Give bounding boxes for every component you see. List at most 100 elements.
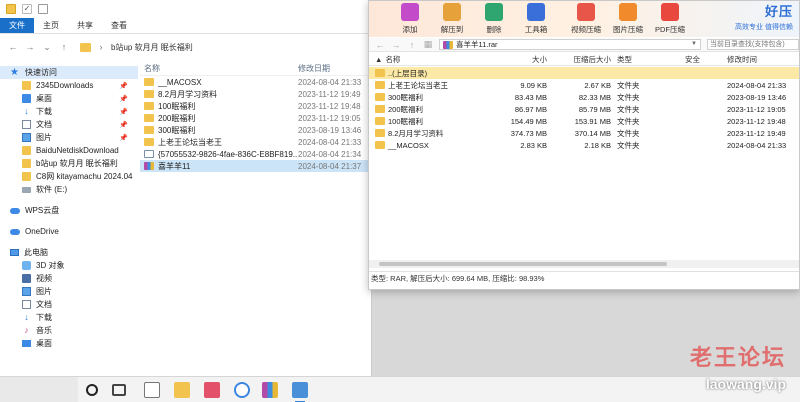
sidebar-item-label: 文档 <box>36 120 52 129</box>
image-compress-button[interactable]: 图片压缩 <box>607 1 649 37</box>
ribbon-tab-file[interactable]: 文件 <box>0 18 34 33</box>
address-input[interactable]: › b站up 软月月 眠长福利 <box>76 39 366 55</box>
new-folder-icon[interactable] <box>38 4 48 14</box>
share-app-icon[interactable] <box>234 382 250 398</box>
tool-label: 删除 <box>486 25 502 34</box>
row-modified: 2024-08-04 21:33 <box>727 80 787 90</box>
sidebar-item-music[interactable]: ♪ 音乐 <box>0 324 138 337</box>
forward-arrow-icon[interactable]: → <box>391 40 401 50</box>
sidebar-item-pc-desktop[interactable]: 桌面 <box>0 337 138 350</box>
desktop-icon <box>22 94 31 103</box>
sidebar-item-desktop[interactable]: 桌面 📌 <box>0 92 138 105</box>
sidebar-item-pc-pictures[interactable]: 图片 <box>0 285 138 298</box>
delete-icon <box>485 3 503 21</box>
explorer-icon[interactable] <box>174 382 190 398</box>
extract-to-button[interactable]: 解压到 <box>431 1 473 37</box>
ribbon-tab-home[interactable]: 主页 <box>34 18 68 33</box>
view-grid-icon[interactable]: ▦ <box>423 39 433 50</box>
sidebar-item-pc-downloads[interactable]: ↓ 下载 <box>0 311 138 324</box>
sidebar-item-pc-documents[interactable]: 文档 <box>0 298 138 311</box>
task-view-icon[interactable] <box>112 384 126 396</box>
delete-button[interactable]: 删除 <box>473 1 515 37</box>
horizontal-scrollbar[interactable] <box>369 260 799 268</box>
archive-row[interactable]: 8.2月月学习资料 374.73 MB 370.14 MB 文件夹 2023-1… <box>369 127 799 139</box>
sidebar-item-2345downloads[interactable]: 2345Downloads 📌 <box>0 79 138 92</box>
chevron-down-icon[interactable]: ⌄ <box>42 42 52 53</box>
file-row-selected[interactable]: 喜羊羊11 2024-08-04 21:37 <box>140 160 372 172</box>
column-header-size[interactable]: 大小 <box>502 54 549 65</box>
sidebar-item-bilibili-folder[interactable]: b站up 软月月 眠长福利 <box>0 157 138 170</box>
sidebar-item-baidunetdisk[interactable]: BaiduNetdiskDownload <box>0 144 138 157</box>
file-row[interactable]: 100眠福利 2023-11-12 19:48 <box>140 100 372 112</box>
brand-slogan: 高效专业 值得信赖 <box>735 24 793 31</box>
archive-row[interactable]: __MACOSX 2.83 KB 2.18 KB 文件夹 2024-08-04 … <box>369 139 799 151</box>
back-arrow-icon[interactable]: ← <box>8 42 18 52</box>
pin-icon: 📌 <box>119 82 128 90</box>
folder-icon <box>375 141 385 149</box>
pdf-compress-button[interactable]: PDF压缩 <box>649 1 691 37</box>
archive-row[interactable]: 100眠福利 154.49 MB 153.91 MB 文件夹 2023-11-1… <box>369 115 799 127</box>
properties-icon[interactable]: ✓ <box>22 4 32 14</box>
haozip-icon[interactable] <box>292 382 308 402</box>
audio-app-icon[interactable] <box>204 382 220 398</box>
folder-icon <box>375 93 385 101</box>
archive-search-input[interactable]: 当前目录查找(支持包含) <box>707 39 799 50</box>
row-name: 8.2月月学习资料 <box>388 128 444 138</box>
scrollbar-thumb[interactable] <box>379 262 667 266</box>
music-icon: ♪ <box>24 325 29 335</box>
file-row[interactable]: 300眠福利 2023-08-19 13:46 <box>140 124 372 136</box>
sidebar-item-label: 桌面 <box>36 339 52 348</box>
row-size: 86.97 MB <box>514 104 547 114</box>
toolbox-button[interactable]: 工具箱 <box>515 1 557 37</box>
file-row[interactable]: __MACOSX 2024-08-04 21:33 <box>140 76 372 88</box>
sidebar-item-label: b站up 软月月 眠长福利 <box>36 159 118 168</box>
file-row[interactable]: 200眠福利 2023-11-12 19:05 <box>140 112 372 124</box>
column-header-date[interactable]: 修改日期 <box>298 63 372 74</box>
column-header-type[interactable]: 类型 <box>613 54 685 65</box>
sidebar-item-downloads[interactable]: ↓ 下载 📌 <box>0 105 138 118</box>
add-icon <box>401 3 419 21</box>
sidebar-item-documents[interactable]: 文档 📌 <box>0 118 138 131</box>
sidebar-item-c8-folder[interactable]: C8网 kitayamachu 2024.04 <box>0 170 138 183</box>
sidebar-item-this-pc[interactable]: 此电脑 <box>0 246 138 259</box>
up-arrow-icon[interactable]: ↑ <box>407 40 417 50</box>
sidebar-item-drive-e[interactable]: 软件 (E:) <box>0 183 138 196</box>
column-header-name[interactable]: 名称 <box>140 63 298 74</box>
archive-row[interactable]: 300眠福利 83.43 MB 82.33 MB 文件夹 2023-08-19 … <box>369 91 799 103</box>
forward-arrow-icon[interactable]: → <box>25 42 35 52</box>
sidebar-item-pictures[interactable]: 图片 📌 <box>0 131 138 144</box>
ribbon-tab-view[interactable]: 查看 <box>102 18 136 33</box>
sidebar-item-wps-cloud[interactable]: WPS云盘 <box>0 204 138 217</box>
column-header-security[interactable]: 安全 <box>685 54 723 65</box>
archive-row[interactable]: 200眠福利 86.97 MB 85.79 MB 文件夹 2023-11-12 … <box>369 103 799 115</box>
file-icon[interactable] <box>144 382 160 398</box>
sidebar-item-onedrive[interactable]: OneDrive <box>0 225 138 238</box>
taskbar-search-area[interactable] <box>0 377 78 402</box>
tool-label: 添加 <box>402 25 418 34</box>
archive-row[interactable]: 上老王论坛当老王 9.09 KB 2.67 KB 文件夹 2024-08-04 … <box>369 79 799 91</box>
row-packed: 153.91 MB <box>574 116 611 126</box>
ribbon-tab-share[interactable]: 共享 <box>68 18 102 33</box>
file-row[interactable]: 上老王论坛当老王 2024-08-04 21:33 <box>140 136 372 148</box>
column-header-modified[interactable]: 修改时间 <box>723 54 799 65</box>
column-header-packed[interactable]: 压缩后大小 <box>549 54 613 65</box>
file-date: 2023-11-12 19:49 <box>298 89 361 99</box>
document-icon <box>144 150 154 158</box>
add-button[interactable]: 添加 <box>389 1 431 37</box>
file-row[interactable]: {57055532-9826-4fae-836C-E8BF819... 2024… <box>140 148 372 160</box>
sidebar-item-label: 视频 <box>36 274 52 283</box>
row-packed: 370.14 MB <box>574 128 611 138</box>
column-header-name[interactable]: ▲ 名称 <box>369 54 502 65</box>
archive-row-parent[interactable]: ..(上层目录) <box>369 67 799 79</box>
archive-path-input[interactable]: 喜羊羊11.rar ▼ <box>439 39 701 50</box>
chevron-down-icon[interactable]: ▼ <box>691 41 697 47</box>
start-icon[interactable] <box>86 384 98 396</box>
winrar-icon[interactable] <box>262 382 278 398</box>
video-compress-button[interactable]: 视频压缩 <box>565 1 607 37</box>
sidebar-item-videos[interactable]: 视频 <box>0 272 138 285</box>
sidebar-item-quick-access[interactable]: ★ 快速访问 <box>0 66 138 79</box>
up-arrow-icon[interactable]: ↑ <box>59 42 69 52</box>
file-row[interactable]: 8.2月月学习资料 2023-11-12 19:49 <box>140 88 372 100</box>
back-arrow-icon[interactable]: ← <box>375 40 385 50</box>
sidebar-item-3d-objects[interactable]: 3D 对象 <box>0 259 138 272</box>
